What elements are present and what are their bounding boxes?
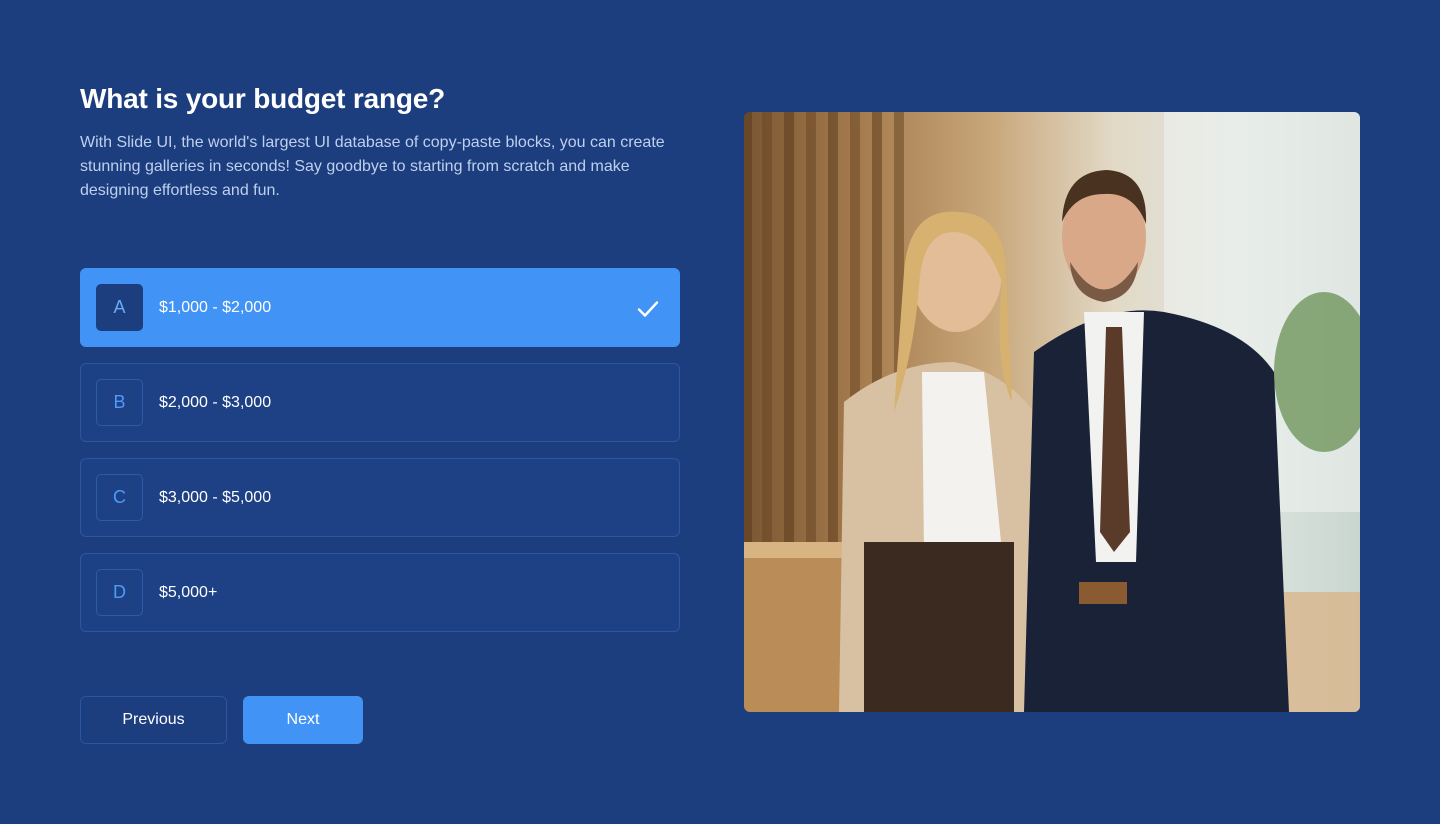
previous-button[interactable]: Previous xyxy=(80,696,227,744)
option-letter: C xyxy=(96,474,143,521)
question-description: With Slide UI, the world's largest UI da… xyxy=(80,134,665,199)
option-letter: B xyxy=(96,379,143,426)
option-c[interactable]: C $3,000 - $5,000 xyxy=(80,458,680,537)
option-a[interactable]: A $1,000 - $2,000 xyxy=(80,268,680,347)
option-letter: D xyxy=(96,569,143,616)
business-people-illustration xyxy=(744,112,1360,712)
next-button[interactable]: Next xyxy=(243,696,363,744)
option-label: $1,000 - $2,000 xyxy=(159,298,272,316)
option-label: $5,000+ xyxy=(159,583,218,601)
question-panel: What is your budget range? With Slide UI… xyxy=(80,80,680,744)
options-list: A $1,000 - $2,000 B $2,000 - $3,000 C $3… xyxy=(80,268,680,648)
option-label: $3,000 - $5,000 xyxy=(159,488,272,506)
option-b[interactable]: B $2,000 - $3,000 xyxy=(80,363,680,442)
question-title: What is your budget range? xyxy=(80,83,446,114)
team-photo xyxy=(744,112,1360,712)
option-d[interactable]: D $5,000+ xyxy=(80,553,680,632)
option-label: $2,000 - $3,000 xyxy=(159,393,272,411)
option-letter: A xyxy=(96,284,143,331)
check-icon xyxy=(637,301,659,317)
navigation-buttons: Previous Next xyxy=(80,696,363,744)
